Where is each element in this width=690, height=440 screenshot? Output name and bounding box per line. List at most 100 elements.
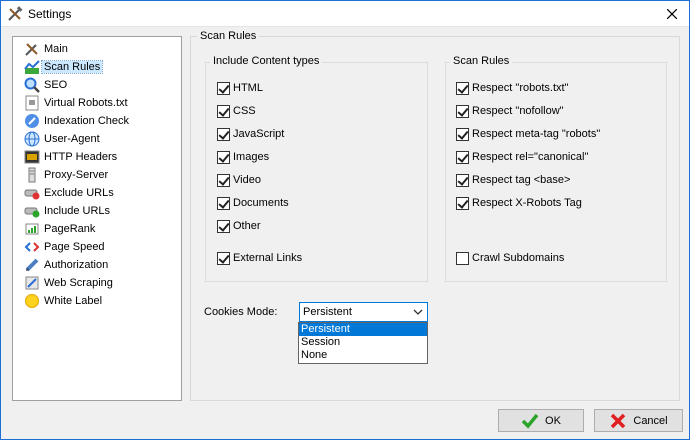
checkbox-html[interactable]: HTML [217,80,263,96]
content-types-title: Include Content types [210,55,323,67]
checkbox-external-links[interactable]: External Links [217,250,302,266]
sidebar-item-label: Main [44,43,68,55]
checkbox-respect-nofollow[interactable]: Respect "nofollow" [456,103,564,119]
cookies-mode-value: Persistent [303,306,352,318]
cancel-button[interactable]: Cancel [594,409,683,432]
checkbox-other[interactable]: Other [217,218,261,234]
scraping-icon [24,275,40,291]
checkbox-respect-base-tag[interactable]: Respect tag <base> [456,172,570,188]
sidebar-item-label: Authorization [44,259,109,271]
checkbox-respect-robots-txt[interactable]: Respect "robots.txt" [456,80,568,96]
sidebar-item-pagerank[interactable]: PageRank [24,220,95,238]
dropdown-option-persistent[interactable]: Persistent [299,323,427,336]
checkbox-box[interactable] [456,104,469,118]
sidebar-item-label: White Label [44,295,103,307]
checkbox-box[interactable] [217,196,230,210]
checkbox-label: Respect tag <base> [472,174,571,186]
ok-button-label: OK [545,414,561,427]
checkbox-label: Video [233,174,261,186]
checkbox-images[interactable]: Images [217,149,269,165]
sidebar-item-web-scraping[interactable]: Web Scraping [24,274,113,292]
checkbox-box[interactable] [456,81,469,95]
checkbox-respect-meta-robots[interactable]: Respect meta-tag "robots" [456,126,600,142]
sidebar-item-label: PageRank [44,223,96,235]
sidebar-item-authorization[interactable]: Authorization [24,256,108,274]
sidebar-item-label: Virtual Robots.txt [44,97,128,109]
globe-icon [24,131,40,147]
magnifier-icon [24,77,40,93]
sidebar-item-indexation-check[interactable]: Indexation Check [24,112,129,130]
checkbox-label: Other [233,220,261,232]
cookies-mode-select[interactable]: Persistent [299,302,428,322]
checkbox-label: Respect "robots.txt" [472,82,569,94]
checkbox-box[interactable] [217,251,230,265]
checkbox-label: HTML [233,82,263,94]
checkbox-box[interactable] [217,104,230,118]
code-icon [24,239,40,255]
sidebar-item-main[interactable]: Main [24,40,68,58]
checkbox-label: Respect "nofollow" [472,105,564,117]
pen-icon [24,257,40,273]
checkbox-label: External Links [233,252,303,264]
checkbox-box[interactable] [217,127,230,141]
sidebar-item-label: SEO [44,79,68,91]
sidebar-item-label: Web Scraping [44,277,113,289]
checkbox-box[interactable] [217,81,230,95]
sidebar-item-include-urls[interactable]: Include URLs [24,202,110,220]
settings-nav-list: Main Scan Rules SEO Virtual Robots.txt I… [12,36,182,401]
sidebar-item-label: Proxy-Server [44,169,109,181]
sidebar-item-exclude-urls[interactable]: Exclude URLs [24,184,114,202]
checkbox-box[interactable] [456,173,469,187]
checkbox-label: Respect meta-tag "robots" [472,128,601,140]
checkbox-label: Documents [233,197,289,209]
sidebar-item-seo[interactable]: SEO [24,76,67,94]
checkbox-label: Respect rel="canonical" [472,151,589,163]
checkbox-css[interactable]: CSS [217,103,256,119]
sun-icon [24,293,40,309]
sidebar-item-http-headers[interactable]: HTTP Headers [24,148,117,166]
indexation-icon [24,113,40,129]
window-title: Settings [28,7,72,21]
robot-file-icon [24,95,40,111]
checkbox-respect-canonical[interactable]: Respect rel="canonical" [456,149,588,165]
dropdown-option-none[interactable]: None [299,349,427,362]
pagerank-icon [24,221,40,237]
checkbox-documents[interactable]: Documents [217,195,289,211]
sidebar-item-scan-rules[interactable]: Scan Rules [24,58,104,76]
checkbox-label: CSS [233,105,256,117]
exclude-icon [24,185,40,201]
sidebar-item-page-speed[interactable]: Page Speed [24,238,105,256]
terminal-icon [24,149,40,165]
sidebar-item-user-agent[interactable]: User-Agent [24,130,100,148]
checkbox-box[interactable] [456,196,469,210]
include-icon [24,203,40,219]
ok-button[interactable]: OK [498,409,584,432]
sidebar-item-white-label[interactable]: White Label [24,292,102,310]
checkbox-box[interactable] [217,173,230,187]
sidebar-item-label: HTTP Headers [44,151,118,163]
checkbox-box[interactable] [217,150,230,164]
checkbox-crawl-subdomains[interactable]: Crawl Subdomains [456,250,564,266]
checkbox-video[interactable]: Video [217,172,261,188]
checkbox-label: Respect X-Robots Tag [472,197,582,209]
sidebar-item-label: Include URLs [44,205,111,217]
checkbox-box[interactable] [456,150,469,164]
sidebar-item-virtual-robots[interactable]: Virtual Robots.txt [24,94,128,112]
checkbox-box[interactable] [456,127,469,141]
sidebar-item-proxy-server[interactable]: Proxy-Server [24,166,108,184]
cookies-mode-label: Cookies Mode: [204,306,278,318]
scan-rules-group-title: Scan Rules [450,55,513,67]
chart-icon [24,59,40,75]
dropdown-option-session[interactable]: Session [299,336,427,349]
settings-window: Settings Main Scan Rules SEO Virtual Rob… [0,0,690,440]
chevron-down-icon[interactable] [413,307,423,320]
checkbox-box[interactable] [456,251,469,265]
checkmark-icon [521,413,539,429]
checkbox-box[interactable] [217,219,230,233]
checkbox-label: Crawl Subdomains [472,252,565,264]
checkbox-javascript[interactable]: JavaScript [217,126,284,142]
server-icon [24,167,40,183]
tools-icon [7,6,23,22]
checkbox-respect-x-robots[interactable]: Respect X-Robots Tag [456,195,582,211]
close-button[interactable] [655,1,689,27]
